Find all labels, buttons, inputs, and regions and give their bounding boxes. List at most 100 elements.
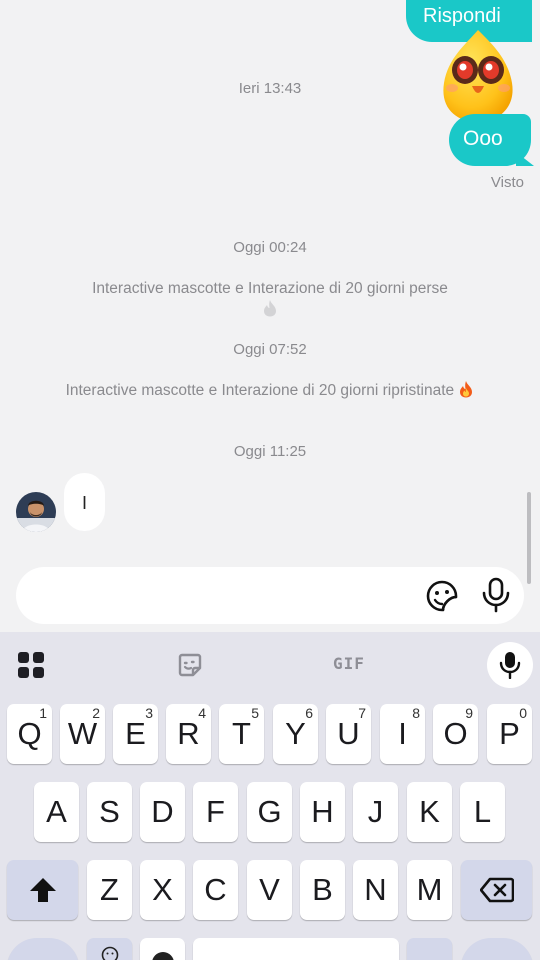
key-m[interactable]: M (407, 860, 452, 920)
key-l[interactable]: L (460, 782, 505, 842)
keyboard-toolbar: GIF (0, 632, 540, 696)
key-label: Q (17, 716, 42, 751)
key-label: N (364, 872, 387, 907)
key-g[interactable]: G (247, 782, 292, 842)
sticker-icon[interactable] (425, 579, 459, 613)
key-label: T (232, 716, 251, 751)
key-e[interactable]: E3 (113, 704, 158, 764)
voice-input-button[interactable] (487, 642, 533, 688)
space-key[interactable] (193, 938, 399, 960)
key-number-hint: 6 (305, 705, 313, 721)
incoming-message[interactable]: I (64, 473, 105, 531)
backspace-icon (479, 877, 514, 903)
key-y[interactable]: Y6 (273, 704, 318, 764)
key-b[interactable]: B (300, 860, 345, 920)
key-n[interactable]: N (353, 860, 398, 920)
key-c[interactable]: C (193, 860, 238, 920)
key-label: E (125, 716, 146, 751)
language-icon (151, 952, 174, 960)
microphone-icon (499, 652, 521, 679)
key-label: F (206, 794, 225, 829)
key-label: I (398, 716, 407, 751)
key-d[interactable]: D (140, 782, 185, 842)
key-label: V (259, 872, 280, 907)
key-label: B (312, 872, 333, 907)
key-label: M (416, 872, 443, 907)
key-u[interactable]: U7 (326, 704, 371, 764)
key-number-hint: 9 (465, 705, 473, 721)
key-number-hint: 2 (92, 705, 100, 721)
timestamp: Oggi 07:52 (233, 341, 307, 358)
enter-key[interactable] (461, 938, 533, 960)
key-number-hint: 5 (251, 705, 259, 721)
gif-button[interactable]: GIF (333, 654, 365, 673)
key-label: H (311, 794, 334, 829)
emoji-icon (101, 946, 118, 960)
microphone-icon[interactable] (480, 577, 512, 613)
key-label: L (473, 794, 492, 829)
key-label: U (337, 716, 360, 751)
key-label: J (367, 794, 384, 829)
ooo-text: Ooo (463, 127, 503, 150)
key-label: R (177, 716, 200, 751)
key-number-hint: 7 (358, 705, 366, 721)
key-q[interactable]: Q1 (7, 704, 52, 764)
key-j[interactable]: J (353, 782, 398, 842)
key-s[interactable]: S (87, 782, 132, 842)
key-h[interactable]: H (300, 782, 345, 842)
reply-text: Rispondi (423, 5, 501, 27)
period-key[interactable] (407, 938, 452, 960)
key-label: S (99, 794, 120, 829)
key-a[interactable]: A (34, 782, 79, 842)
emoji-key[interactable] (87, 938, 132, 960)
key-label: A (46, 794, 67, 829)
key-o[interactable]: O9 (433, 704, 478, 764)
timestamp: Oggi 00:24 (233, 239, 307, 256)
message-input[interactable] (16, 567, 524, 624)
scrollbar[interactable] (527, 492, 531, 584)
globe-key[interactable] (140, 938, 185, 960)
chat-area: Rispondi Ieri 13:43 Ooo Visto Oggi 00:24… (0, 0, 540, 632)
key-label: G (257, 794, 282, 829)
key-t[interactable]: T5 (219, 704, 264, 764)
shift-key[interactable] (7, 860, 78, 920)
symbols-key[interactable] (7, 938, 79, 960)
fire-icon (264, 300, 276, 317)
key-label: D (151, 794, 174, 829)
fire-icon (460, 381, 473, 398)
key-w[interactable]: W2 (60, 704, 105, 764)
backspace-key[interactable] (461, 860, 532, 920)
key-number-hint: 0 (519, 705, 527, 721)
key-r[interactable]: R4 (166, 704, 211, 764)
key-p[interactable]: P0 (487, 704, 532, 764)
key-label: X (152, 872, 173, 907)
key-f[interactable]: F (193, 782, 238, 842)
system-message-text: Interactive mascotte e Interazione di 20… (65, 382, 455, 399)
key-label: Y (285, 716, 306, 751)
key-label: Z (100, 872, 119, 907)
key-v[interactable]: V (247, 860, 292, 920)
key-label: C (204, 872, 227, 907)
key-number-hint: 4 (198, 705, 206, 721)
key-label: K (419, 794, 440, 829)
shift-arrow-icon (29, 878, 56, 902)
system-message: Interactive mascotte e Interazione di 20… (60, 278, 480, 320)
key-number-hint: 3 (145, 705, 153, 721)
key-z[interactable]: Z (87, 860, 132, 920)
apps-grid-icon[interactable] (18, 652, 44, 678)
mascot-sticker[interactable] (438, 28, 518, 123)
key-number-hint: 1 (39, 705, 47, 721)
keyboard: GIF Q1 W2 E3 R4 T5 Y6 U7 I8 O9 P0 A S D … (0, 632, 540, 960)
timestamp: Oggi 11:25 (233, 443, 307, 460)
key-label: W (67, 716, 98, 751)
key-label: O (443, 716, 468, 751)
key-number-hint: 8 (412, 705, 420, 721)
key-k[interactable]: K (407, 782, 452, 842)
seen-status: Visto (490, 174, 524, 191)
incoming-message-text: I (82, 493, 88, 513)
sticker-keyboard-icon[interactable] (177, 652, 203, 678)
key-i[interactable]: I8 (380, 704, 425, 764)
key-x[interactable]: X (140, 860, 185, 920)
key-label: P (499, 716, 520, 751)
avatar[interactable] (16, 492, 56, 532)
